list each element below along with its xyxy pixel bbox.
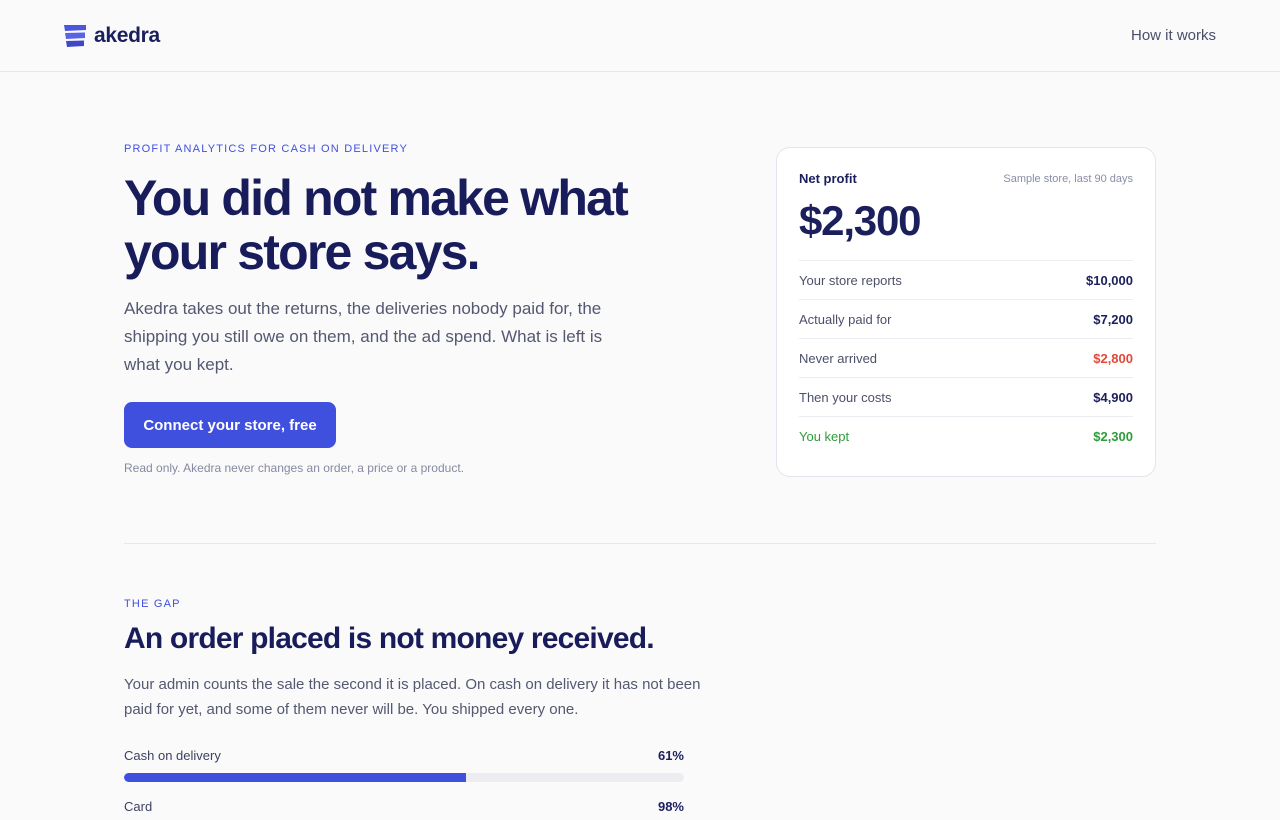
row-label: Then your costs (799, 389, 892, 405)
row-value: $7,200 (1093, 311, 1133, 327)
breakdown-row-store-reports: Your store reports $10,000 (799, 261, 1133, 300)
nav-how-it-works[interactable]: How it works (1131, 27, 1216, 44)
row-value: $2,300 (1093, 429, 1133, 444)
bar-percent: 61% (657, 748, 684, 763)
card-meta: Sample store, last 90 days (1003, 173, 1133, 185)
gap-title: An order placed is not money received. (124, 622, 655, 655)
row-label: Actually paid for (799, 311, 892, 327)
breakdown-row-costs: Then your costs $4,900 (799, 378, 1133, 417)
bar-label: Cash on delivery (124, 748, 221, 763)
akedra-logo-icon (64, 25, 86, 47)
gap-eyebrow: THE GAP (124, 598, 181, 610)
connect-store-button[interactable]: Connect your store, free (124, 402, 336, 448)
net-profit-card: Net profit Sample store, last 90 days $2… (776, 147, 1156, 477)
hero-eyebrow: PROFIT ANALYTICS FOR CASH ON DELIVERY (124, 143, 409, 155)
card-label: Net profit (799, 171, 857, 186)
bar-card: Card 98% (124, 799, 684, 820)
breakdown-row-you-kept: You kept $2,300 (799, 417, 1133, 456)
bar-label: Card (124, 799, 153, 814)
brand-name: akedra (94, 24, 160, 47)
row-value: $4,900 (1093, 389, 1133, 405)
row-value: $10,000 (1086, 272, 1133, 288)
hero-fine-print: Read only. Akedra never changes an order… (124, 461, 464, 475)
profit-breakdown: Your store reports $10,000 Actually paid… (799, 261, 1133, 456)
brand-logo[interactable]: akedra (62, 23, 160, 49)
section-divider (124, 543, 1156, 544)
net-profit-value: $2,300 (799, 198, 1133, 261)
bar-track (124, 773, 684, 782)
hero-lead: Akedra takes out the returns, the delive… (124, 299, 603, 374)
card-header: Net profit Sample store, last 90 days (799, 148, 1133, 198)
row-label: Your store reports (799, 272, 902, 288)
row-label: You kept (799, 429, 850, 444)
row-value: $2,800 (1093, 350, 1133, 366)
gap-lead: Your admin counts the sale the second it… (124, 676, 701, 718)
bar-cash-on-delivery: Cash on delivery 61% (124, 748, 684, 799)
row-label: Never arrived (799, 350, 878, 366)
site-header: akedra How it works (0, 0, 1280, 72)
bar-percent: 98% (657, 799, 684, 814)
breakdown-row-paid-for: Actually paid for $7,200 (799, 300, 1133, 339)
hero-title-line-1: You did not make what (124, 170, 629, 226)
hero-title-line-2: your store says. (124, 224, 481, 280)
payment-rate-bars: Cash on delivery 61% Card 98% (124, 748, 684, 820)
hero-title: You did not make what your store says. (124, 171, 684, 279)
breakdown-row-never-arrived: Never arrived $2,800 (799, 339, 1133, 378)
bar-fill (124, 773, 466, 782)
